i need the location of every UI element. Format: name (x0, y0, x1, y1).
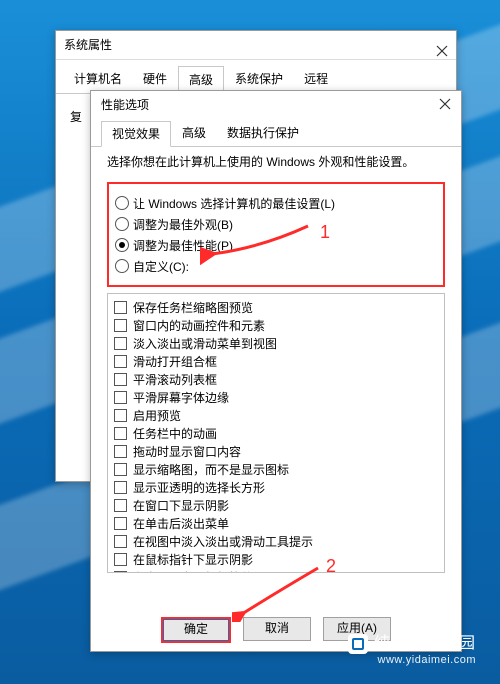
close-icon[interactable] (436, 39, 448, 51)
tab-computer-name[interactable]: 计算机名 (64, 66, 132, 93)
check-item-label: 在单击后淡出菜单 (133, 515, 229, 532)
radio-let-windows-choose[interactable]: 让 Windows 选择计算机的最佳设置(L) (113, 193, 439, 213)
checkbox-icon (114, 319, 127, 332)
checkbox-icon (114, 337, 127, 350)
check-item[interactable]: 启用预览 (110, 406, 442, 424)
radio-best-performance[interactable]: 调整为最佳性能(P) (113, 235, 439, 255)
visual-effects-checklist[interactable]: 保存任务栏缩略图预览窗口内的动画控件和元素淡入淡出或滑动菜单到视图滑动打开组合框… (107, 293, 445, 573)
check-item-label: 保存任务栏缩略图预览 (133, 299, 253, 316)
radio-custom[interactable]: 自定义(C): (113, 256, 439, 276)
watermark-logo-icon (348, 634, 368, 654)
checkbox-icon (114, 535, 127, 548)
performance-options-titlebar[interactable]: 性能选项 (91, 91, 461, 117)
check-item-label: 显示亚透明的选择长方形 (133, 479, 265, 496)
check-item[interactable]: 保存任务栏缩略图预览 (110, 298, 442, 316)
checkbox-icon (114, 571, 127, 574)
performance-options-body: 选择你想在此计算机上使用的 Windows 外观和性能设置。 让 Windows… (91, 139, 461, 651)
check-item[interactable]: 显示亚透明的选择长方形 (110, 478, 442, 496)
check-item-label: 启用预览 (133, 407, 181, 424)
checkbox-icon (114, 553, 127, 566)
check-item-label: 平滑滚动列表框 (133, 371, 217, 388)
system-properties-title: 系统属性 (64, 31, 112, 59)
checkbox-icon (114, 463, 127, 476)
intro-text: 选择你想在此计算机上使用的 Windows 外观和性能设置。 (107, 153, 445, 170)
check-item[interactable]: 拖动时显示窗口内容 (110, 442, 442, 460)
watermark-brand: 纯净系统家园 (374, 635, 476, 652)
check-item[interactable]: 在鼠标指针下显示阴影 (110, 550, 442, 568)
checkbox-icon (114, 301, 127, 314)
check-item[interactable]: 淡入淡出或滑动菜单到视图 (110, 334, 442, 352)
checkbox-icon (114, 481, 127, 494)
check-item-label: 在鼠标指针下显示阴影 (133, 551, 253, 568)
check-item[interactable]: 滑动打开组合框 (110, 352, 442, 370)
check-item[interactable]: 在单击后淡出菜单 (110, 514, 442, 532)
system-properties-titlebar[interactable]: 系统属性 (56, 31, 456, 60)
radio-icon (115, 196, 129, 210)
check-item[interactable]: 平滑屏幕字体边缘 (110, 388, 442, 406)
system-properties-tabs: 计算机名 硬件 高级 系统保护 远程 (56, 60, 456, 94)
check-item-label: 平滑屏幕字体边缘 (133, 389, 229, 406)
radio-best-appearance[interactable]: 调整为最佳外观(B) (113, 214, 439, 234)
radio-icon (115, 238, 129, 252)
check-item-label: 淡入淡出或滑动菜单到视图 (133, 335, 277, 352)
watermark-url: www.yidaimei.com (348, 654, 476, 666)
checkbox-icon (114, 391, 127, 404)
radio-label: 让 Windows 选择计算机的最佳设置(L) (133, 195, 335, 212)
cancel-button[interactable]: 取消 (243, 617, 311, 641)
body-hint: 复 (70, 110, 82, 124)
check-item-label: 显示缩略图，而不是显示图标 (133, 461, 289, 478)
check-item-label: 窗口内的动画控件和元素 (133, 317, 265, 334)
radio-label: 调整为最佳性能(P) (133, 237, 233, 254)
checkbox-icon (114, 373, 127, 386)
check-item-label: 在桌面上为图标标签使用阴影 (133, 569, 289, 574)
check-item-label: 任务栏中的动画 (133, 425, 217, 442)
tab-remote[interactable]: 远程 (294, 66, 338, 93)
watermark: 纯净系统家园 www.yidaimei.com (348, 629, 476, 666)
checkbox-icon (114, 517, 127, 530)
check-item[interactable]: 任务栏中的动画 (110, 424, 442, 442)
checkbox-icon (114, 499, 127, 512)
check-item-label: 拖动时显示窗口内容 (133, 443, 241, 460)
performance-options-title: 性能选项 (101, 96, 149, 113)
check-item[interactable]: 在桌面上为图标标签使用阴影 (110, 568, 442, 573)
check-item[interactable]: 显示缩略图，而不是显示图标 (110, 460, 442, 478)
checkbox-icon (114, 409, 127, 422)
check-item[interactable]: 窗口内的动画控件和元素 (110, 316, 442, 334)
close-icon[interactable] (439, 98, 451, 110)
radio-label: 自定义(C): (133, 258, 189, 275)
check-item[interactable]: 平滑滚动列表框 (110, 370, 442, 388)
check-item[interactable]: 在窗口下显示阴影 (110, 496, 442, 514)
checkbox-icon (114, 427, 127, 440)
tab-hardware[interactable]: 硬件 (133, 66, 177, 93)
desktop-wallpaper: 系统属性 计算机名 硬件 高级 系统保护 远程 复 性能选项 视觉效果 (0, 0, 500, 684)
radio-group-highlight: 让 Windows 选择计算机的最佳设置(L) 调整为最佳外观(B) 调整为最佳… (107, 182, 445, 287)
check-item-label: 在视图中淡入淡出或滑动工具提示 (133, 533, 313, 550)
checkbox-icon (114, 445, 127, 458)
check-item[interactable]: 在视图中淡入淡出或滑动工具提示 (110, 532, 442, 550)
check-item-label: 在窗口下显示阴影 (133, 497, 229, 514)
radio-icon (115, 217, 129, 231)
radio-label: 调整为最佳外观(B) (133, 216, 233, 233)
check-item-label: 滑动打开组合框 (133, 353, 217, 370)
ok-button[interactable]: 确定 (161, 617, 231, 643)
performance-options-dialog: 性能选项 视觉效果 高级 数据执行保护 选择你想在此计算机上使用的 Window… (90, 90, 462, 652)
checkbox-icon (114, 355, 127, 368)
radio-icon (115, 259, 129, 273)
tab-system-protection[interactable]: 系统保护 (225, 66, 293, 93)
